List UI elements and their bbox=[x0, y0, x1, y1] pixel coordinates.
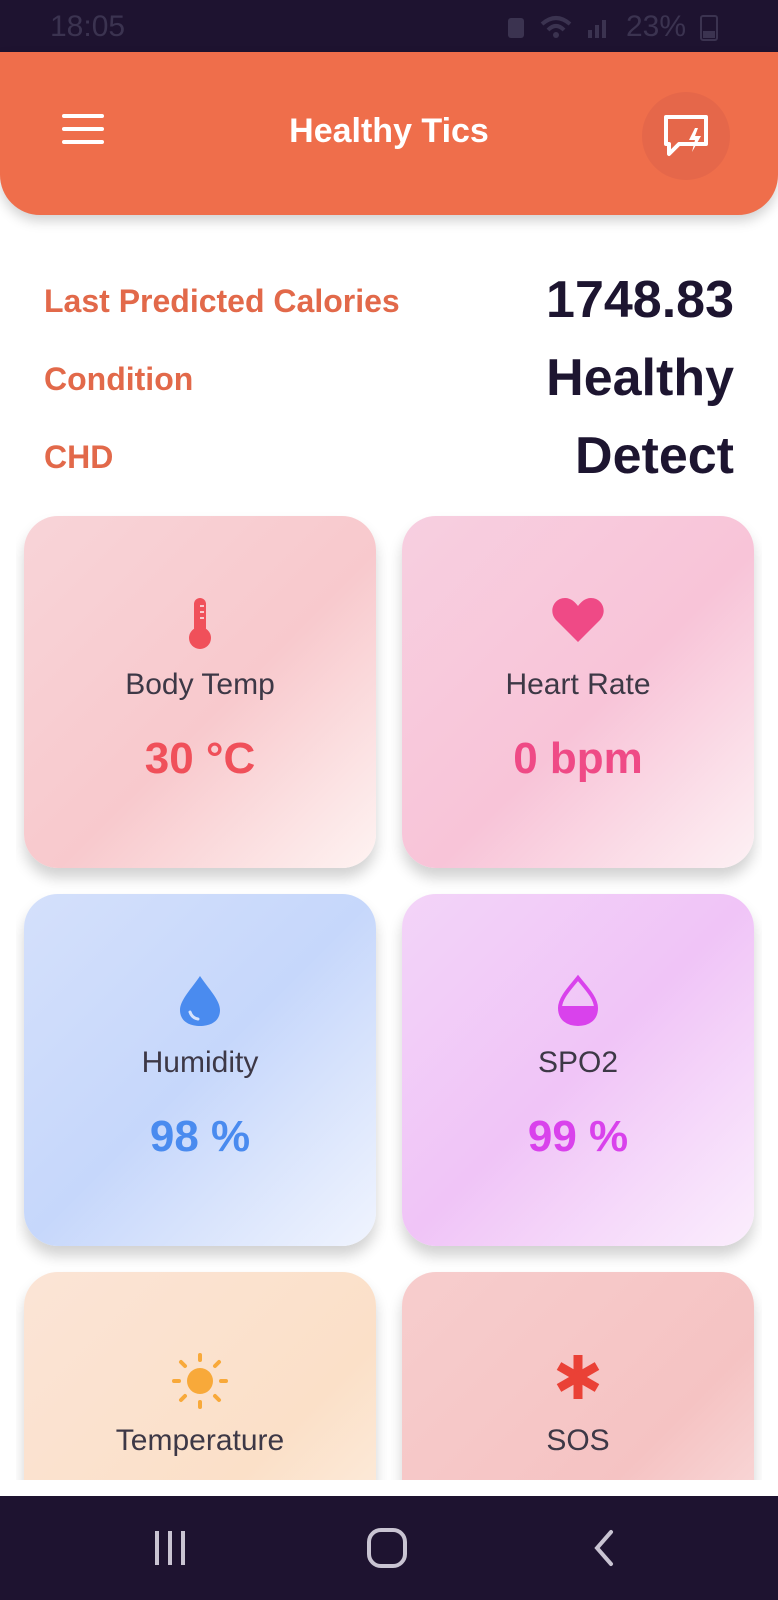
card-sos[interactable]: SOS bbox=[402, 1272, 754, 1480]
card-label: Humidity bbox=[141, 1046, 259, 1079]
chat-alert-icon bbox=[664, 115, 708, 156]
notification-icon bbox=[507, 18, 524, 38]
home-icon bbox=[367, 1528, 407, 1568]
card-label: SOS bbox=[546, 1424, 610, 1457]
summary-label: Condition bbox=[44, 361, 194, 397]
app-bar: Healthy Tics bbox=[0, 52, 778, 215]
battery-percent: 23% bbox=[625, 10, 686, 43]
card-temperature[interactable]: Temperature bbox=[24, 1272, 376, 1480]
summary-section: Last Predicted Calories 1748.83 Conditio… bbox=[44, 260, 734, 494]
battery-icon bbox=[700, 15, 718, 41]
card-value: 30 °C bbox=[144, 734, 256, 783]
summary-row-condition: Condition Healthy bbox=[44, 338, 734, 416]
home-button[interactable] bbox=[357, 1524, 417, 1572]
thermometer-icon bbox=[189, 598, 211, 649]
water-drop-icon bbox=[180, 976, 220, 1026]
wifi-icon bbox=[540, 16, 572, 38]
signal-icon bbox=[587, 20, 606, 38]
sun-icon bbox=[172, 1353, 228, 1409]
status-icons: 23% bbox=[506, 10, 718, 44]
card-value: 0 bpm bbox=[513, 734, 643, 783]
card-label: Heart Rate bbox=[505, 668, 651, 701]
card-heart-rate[interactable]: Heart Rate 0 bpm bbox=[402, 516, 754, 868]
summary-value: Detect bbox=[575, 427, 734, 485]
status-bar: 18:05 23% bbox=[0, 0, 778, 52]
oxygen-drop-icon bbox=[557, 974, 599, 1027]
card-label: SPO2 bbox=[537, 1046, 619, 1079]
card-label: Body Temp bbox=[125, 668, 275, 701]
summary-row-chd: CHD Detect bbox=[44, 416, 734, 494]
back-button[interactable] bbox=[574, 1524, 634, 1572]
recent-apps-button[interactable] bbox=[140, 1524, 200, 1572]
recent-apps-icon bbox=[155, 1531, 185, 1565]
chat-button[interactable] bbox=[642, 92, 730, 180]
summary-value: Healthy bbox=[546, 349, 734, 407]
sensor-grid: Body Temp 30 °C Heart Rate 0 bpm Humidit… bbox=[16, 500, 762, 1480]
system-nav-bar bbox=[0, 1496, 778, 1600]
status-time: 18:05 bbox=[50, 10, 126, 43]
summary-label: CHD bbox=[44, 439, 114, 475]
back-icon bbox=[594, 1530, 613, 1566]
card-body-temp[interactable]: Body Temp 30 °C bbox=[24, 516, 376, 868]
summary-value: 1748.83 bbox=[546, 271, 734, 329]
card-humidity[interactable]: Humidity 98 % bbox=[24, 894, 376, 1246]
card-value: 98 % bbox=[149, 1112, 251, 1161]
asterisk-icon bbox=[556, 1355, 600, 1399]
card-label: Temperature bbox=[115, 1424, 285, 1457]
summary-label: Last Predicted Calories bbox=[44, 283, 400, 319]
heart-icon bbox=[552, 598, 604, 642]
card-spo2[interactable]: SPO2 99 % bbox=[402, 894, 754, 1246]
summary-row-calories: Last Predicted Calories 1748.83 bbox=[44, 260, 734, 338]
card-value: 99 % bbox=[527, 1112, 629, 1161]
